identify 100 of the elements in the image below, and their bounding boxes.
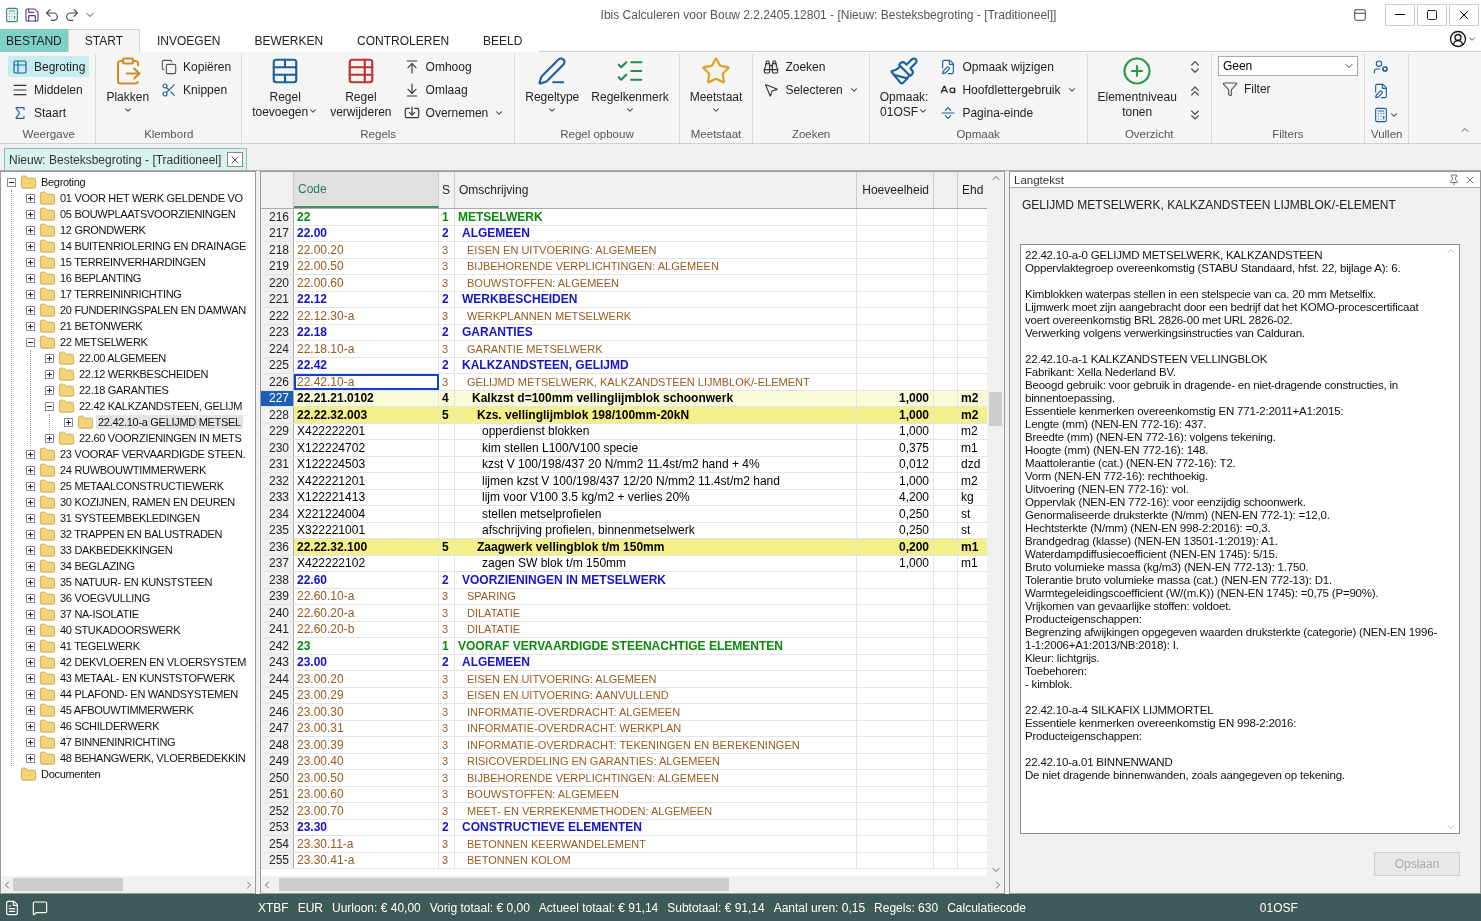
tree-item[interactable]: 22.00 ALGEMEEN [77,351,168,365]
tree-item[interactable]: 30 KOZIJNEN, RAMEN EN DEUREN [58,495,237,509]
ribbon-button[interactable]: Overnemen [399,102,509,123]
ribbon-button[interactable]: Pagina-einde [936,102,1081,123]
scrollbar[interactable] [261,876,1004,893]
expand-icon[interactable] [26,577,35,587]
scroll-thumb[interactable] [989,392,1002,426]
column-header[interactable]: Hoeveelheid [857,172,934,208]
table-row[interactable]: 224 22.18.10-a 3 GARANTIE METSELWERK [261,341,987,358]
tree-item[interactable]: 36 VOEGVULLING [58,591,152,605]
tree-item[interactable]: 21 BETONWERK [58,319,145,333]
filter-dropdown[interactable]: Geen [1217,56,1358,76]
table-row[interactable]: 228 22.22.32.003 5 Kzs. vellinglijmblok 198/100mm-20kN 1,000 m2 [261,407,987,424]
tree-item[interactable]: 16 BEPLANTING [58,271,144,285]
tree-item[interactable]: 01 VOOR HET WERK GELDENDE VO [58,191,245,205]
tree-item[interactable]: 22 METSELWERK [58,335,150,349]
ribbon-tab[interactable]: START [67,29,141,52]
tree-item[interactable]: 40 STUKADOORSWERK [58,623,183,637]
tree-item[interactable]: 32 TRAPPEN EN BALUSTRADEN [58,527,225,541]
column-header[interactable]: S [439,172,455,208]
expand-icon[interactable] [26,241,35,251]
table-row[interactable]: 218 22.00.20 3 EISEN EN UITVOERING: ALGEMEEN [261,242,987,259]
ribbon-button[interactable]: Omlaag [399,79,509,100]
tree-item[interactable]: 35 NATUUR- EN KUNSTSTEEN [58,575,215,589]
ribbon-button[interactable]: Selecteren [759,79,863,100]
tree-item[interactable]: Documenten [39,767,103,781]
ribbon-button[interactable]: Elementniveau tonen [1093,54,1181,128]
table-row[interactable]: 236 22.22.32.100 5 Zaagwerk vellingblok t/m 150mm 0,200 m1 [261,539,987,556]
table-row[interactable]: 220 22.00.60 3 BOUWSTOFFEN: ALGEMEEN [261,275,987,292]
column-header[interactable]: Omschrijving [455,172,857,208]
collapse-icon[interactable] [45,401,54,411]
text-area[interactable] [1020,244,1460,834]
ribbon-button[interactable]: Opmaak wijzigen [936,56,1081,77]
tree-item[interactable]: 22.12 WERKBESCHEIDEN [77,367,211,381]
tree-item[interactable]: 17 TERREININRICHTING [58,287,184,301]
tree-item[interactable]: 44 PLAFOND- EN WANDSYSTEMEN [58,687,240,701]
table-row[interactable]: 244 23.00.20 3 EISEN EN UITVOERING: ALGEMEEN [261,671,987,688]
ribbon-button[interactable]: Meetstaat [685,54,747,128]
collapse-icon[interactable] [26,337,35,347]
ribbon-button[interactable]: Opmaak: 01OSF [875,54,933,128]
tree-item[interactable]: 31 SYSTEEMBEKLEDINGEN [58,511,202,525]
expand-icon[interactable] [26,465,35,475]
document-tab[interactable]: Nieuw: Besteksbegroting - [Traditioneel] [4,148,248,170]
column-header[interactable]: Code [294,172,439,208]
expand-icon[interactable] [26,705,35,715]
expand-icon[interactable] [26,513,35,523]
tree-item[interactable]: 34 BEGLAZING [58,559,137,573]
ribbon-button[interactable]: Middelen [8,79,90,100]
scroll-thumb[interactable] [279,878,729,891]
tree-item[interactable]: 24 RUWBOUWTIMMERWERK [58,463,208,477]
ribbon-button[interactable]: Zoeken [759,56,863,77]
tree-item[interactable]: 22.60 VOORZIENINGEN IN METS [77,431,244,445]
tree-item[interactable]: 47 BINNENINRICHTING [58,735,178,749]
table-row[interactable]: 252 23.00.70 3 MEET- EN VERREKENMETHODEN: ALGEMEEN [261,803,987,820]
expand-icon[interactable] [26,529,35,539]
expand-icon[interactable] [26,545,35,555]
expand-icon[interactable] [26,225,35,235]
tree-item[interactable]: 46 SCHILDERWERK [58,719,162,733]
expand-icon[interactable] [26,449,35,459]
tree-item[interactable]: 15 TERREINVERHARDINGEN [58,255,208,269]
ribbon-button[interactable]: Omhoog [399,56,509,77]
table-row[interactable]: 246 23.00.30 3 INFORMATIE-OVERDRACHT: ALGEMEEN [261,704,987,721]
tree-item[interactable]: 22.18 GARANTIES [77,383,171,397]
ribbon-button[interactable]: Regelkenmerk [587,54,673,128]
expand-icon[interactable] [26,673,35,683]
tree-item[interactable]: 22.42 KALKZANDSTEEN, GELIJM [77,399,245,413]
tree-item[interactable]: 48 BEHANGWERK, VLOERBEDEKKIN [58,751,248,765]
table-row[interactable]: 254 23.30.11-a 3 BETONNEN KEERWANDELEMENT [261,836,987,853]
tree-item[interactable]: 14 BUITENRIOLERING EN DRAINAGE [58,239,248,253]
expand-icon[interactable] [26,753,35,763]
scrollbar[interactable] [987,172,1004,876]
table-row[interactable]: 230 X122224702 kim stellen L100/V100 specie 0,375 m1 [261,440,987,457]
table-row[interactable]: 238 22.60 2 VOORZIENINGEN IN METSELWERK [261,572,987,589]
table-row[interactable]: 240 22.60.20-a 3 DILATATIE [261,605,987,622]
expand-icon[interactable] [26,657,35,667]
tree-item[interactable]: 45 AFBOUWTIMMERWERK [58,703,196,717]
table-row[interactable]: 250 23.00.50 3 BIJBEHORENDE VERPLICHTINGEN: ALGEMEEN [261,770,987,787]
tree-item[interactable]: 42 DEKVLOEREN EN VLOERSYSTEM [58,655,248,669]
ribbon-button[interactable]: Staart [8,102,90,123]
expand-icon[interactable] [26,305,35,315]
collapse-icon[interactable] [7,177,16,187]
expand-icon[interactable] [26,609,35,619]
tree-item[interactable]: 37 NA-ISOLATIE [58,607,141,621]
table-row[interactable]: 216 22 1 METSELWERK [261,209,987,226]
scrollbar[interactable] [1,876,255,893]
expand-icon[interactable] [26,497,35,507]
expand-icon[interactable] [26,193,35,203]
expand-icon[interactable] [26,625,35,635]
table-row[interactable]: 226 22.42.10-a 3 GELIJMD METSELWERK, KALKZANDSTEEN LIJMBLOK/-ELEMENT [261,374,987,391]
ribbon-button[interactable]: Regeltype [521,54,584,128]
expand-icon[interactable] [26,737,35,747]
ribbon-button[interactable]: Knippen [157,79,236,100]
close-button[interactable] [227,152,244,167]
expand-icon[interactable] [26,257,35,267]
maximize-button[interactable] [1417,3,1447,26]
expand-icon[interactable] [64,417,73,427]
ribbon-button[interactable]: Regel toevoegen [248,54,323,128]
close-button[interactable] [1449,3,1479,26]
table-row[interactable]: 232 X422221201 lijmen kzst V 100/198/437 12/20 N/mm2 11.4st/m2 hand 1,000 m2 [261,473,987,490]
tree-item[interactable]: 22.42.10-a GELIJMD METSEL [96,415,243,429]
